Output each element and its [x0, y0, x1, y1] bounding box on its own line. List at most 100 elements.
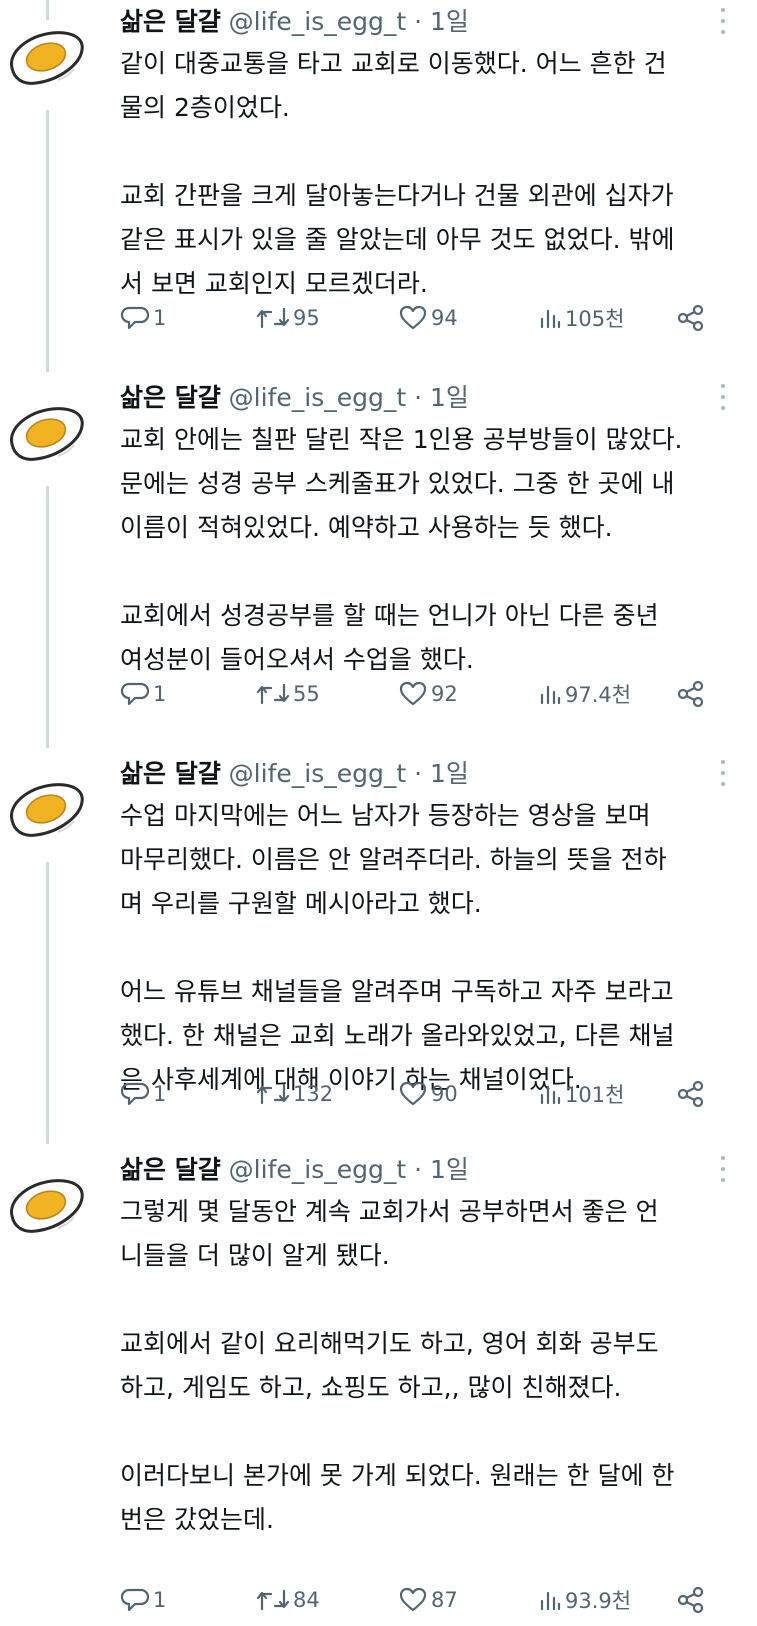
text-line: 번은 갔었는데.: [120, 1505, 274, 1534]
author-handle[interactable]: @life_is_egg_t: [229, 759, 406, 788]
heart-icon: [399, 305, 427, 330]
text-line: 교회 안에는 칠판 달린 작은 1인용 공부방들이 많았다.: [120, 425, 683, 454]
like-button[interactable]: 94: [398, 298, 458, 338]
share-icon: [677, 680, 704, 708]
egg-avatar-icon[interactable]: [6, 1176, 86, 1238]
retweet-icon: [256, 1083, 290, 1105]
tweet[interactable]: 삶은 달걀 @life_is_egg_t · 1일 그렇게 몇 달동안 계속 교…: [0, 1150, 757, 1626]
action-bar: 1 95 94 105천: [120, 298, 720, 338]
tweet[interactable]: 삶은 달걀 @life_is_egg_t · 1일 수업 마지막에는 어느 남자…: [0, 754, 757, 1124]
post-time[interactable]: 1일: [430, 1155, 469, 1184]
text-line: 수업 마지막에는 어느 남자가 등장하는 영상을 보며: [120, 801, 651, 830]
tweet-paragraph: 교회 안에는 칠판 달린 작은 1인용 공부방들이 많았다. 문에는 성경 공부…: [120, 418, 745, 550]
retweet-icon: [256, 683, 290, 705]
share-button[interactable]: [676, 1580, 706, 1620]
views-button[interactable]: 105천: [538, 298, 624, 338]
post-time[interactable]: 1일: [430, 383, 469, 412]
like-count: 94: [431, 306, 458, 330]
tweet-header: 삶은 달걀 @life_is_egg_t · 1일: [120, 378, 469, 418]
heart-icon: [399, 1587, 427, 1612]
retweet-button[interactable]: 95: [256, 298, 320, 338]
author-handle[interactable]: @life_is_egg_t: [229, 383, 406, 412]
like-button[interactable]: 90: [398, 1074, 458, 1114]
views-count: 105천: [565, 307, 625, 331]
like-count: 87: [431, 1588, 458, 1612]
text-line: 물의 2층이었다.: [120, 93, 290, 122]
tweet-text: 같이 대중교통을 타고 교회로 이동했다. 어느 흔한 건 물의 2층이었다. …: [120, 42, 745, 306]
reply-icon: [120, 1588, 150, 1612]
author-handle[interactable]: @life_is_egg_t: [229, 1155, 406, 1184]
like-count: 92: [431, 682, 458, 706]
share-button[interactable]: [676, 298, 706, 338]
tweet-header: 삶은 달걀 @life_is_egg_t · 1일: [120, 2, 469, 42]
egg-avatar-icon[interactable]: [6, 780, 86, 842]
text-line: 했다. 한 채널은 교회 노래가 올라와있었고, 다른 채널: [120, 1021, 675, 1050]
separator-dot: ·: [414, 383, 423, 412]
views-button[interactable]: 93.9천: [538, 1580, 631, 1620]
tweet-paragraph: 이러다보니 본가에 못 가게 되었다. 원래는 한 달에 한 번은 갔었는데.: [120, 1454, 745, 1542]
more-dots-icon[interactable]: [719, 760, 727, 786]
retweet-icon: [256, 1589, 290, 1611]
author-name[interactable]: 삶은 달걀: [120, 7, 221, 36]
tweet-text: 교회 안에는 칠판 달린 작은 1인용 공부방들이 많았다. 문에는 성경 공부…: [120, 418, 745, 682]
separator-dot: ·: [414, 7, 423, 36]
text-line: 교회 간판을 크게 달아놓는다거나 건물 외관에 십자가: [120, 181, 674, 210]
more-dots-icon[interactable]: [719, 1156, 727, 1182]
reply-button[interactable]: 1: [120, 1580, 166, 1620]
separator-dot: ·: [414, 759, 423, 788]
egg-avatar-icon[interactable]: [6, 28, 86, 90]
retweet-count: 84: [293, 1588, 320, 1612]
text-line: 교회에서 성경공부를 할 때는 언니가 아닌 다른 중년: [120, 601, 659, 630]
tweet[interactable]: 삶은 달걀 @life_is_egg_t · 1일 교회 안에는 칠판 달린 작…: [0, 378, 757, 728]
share-icon: [677, 1080, 704, 1108]
reply-count: 1: [153, 682, 167, 706]
retweet-button[interactable]: 84: [256, 1580, 320, 1620]
share-button[interactable]: [676, 1074, 706, 1114]
text-line: 그렇게 몇 달동안 계속 교회가서 공부하면서 좋은 언: [120, 1197, 659, 1226]
share-icon: [677, 304, 704, 332]
like-count: 90: [431, 1082, 458, 1106]
reply-button[interactable]: 1: [120, 1074, 166, 1114]
author-name[interactable]: 삶은 달걀: [120, 759, 221, 788]
heart-icon: [399, 1081, 427, 1106]
views-count: 93.9천: [565, 1589, 632, 1613]
views-button[interactable]: 101천: [538, 1074, 624, 1114]
heart-icon: [399, 681, 427, 706]
text-line: 며 우리를 구원할 메시아라고 했다.: [120, 889, 482, 918]
retweet-button[interactable]: 132: [256, 1074, 333, 1114]
more-dots-icon[interactable]: [719, 8, 727, 34]
text-line: 하고, 게임도 하고, 쇼핑도 하고,, 많이 친해졌다.: [120, 1373, 622, 1402]
tweet-header: 삶은 달걀 @life_is_egg_t · 1일: [120, 1150, 469, 1190]
tweet-paragraph: 교회에서 성경공부를 할 때는 언니가 아닌 다른 중년 여성분이 들어오셔서 …: [120, 594, 745, 682]
reply-button[interactable]: 1: [120, 298, 166, 338]
more-dots-icon[interactable]: [719, 384, 727, 410]
text-line: 어느 유튜브 채널들을 알려주며 구독하고 자주 보라고: [120, 977, 674, 1006]
author-name[interactable]: 삶은 달걀: [120, 383, 221, 412]
views-button[interactable]: 97.4천: [538, 674, 631, 714]
post-time[interactable]: 1일: [430, 759, 469, 788]
share-button[interactable]: [676, 674, 706, 714]
reply-button[interactable]: 1: [120, 674, 166, 714]
tweet-header: 삶은 달걀 @life_is_egg_t · 1일: [120, 754, 469, 794]
retweet-button[interactable]: 55: [256, 674, 320, 714]
reply-icon: [120, 1082, 150, 1106]
text-line: 같은 표시가 있을 줄 알았는데 아무 것도 없었다. 밖에: [120, 225, 675, 254]
views-chart-icon: [540, 685, 561, 705]
post-time[interactable]: 1일: [430, 7, 469, 36]
author-name[interactable]: 삶은 달걀: [120, 1155, 221, 1184]
like-button[interactable]: 87: [398, 1580, 458, 1620]
reply-icon: [120, 306, 150, 330]
tweet-paragraph: 교회 간판을 크게 달아놓는다거나 건물 외관에 십자가 같은 표시가 있을 줄…: [120, 174, 745, 306]
text-line: 니들을 더 많이 알게 됐다.: [120, 1241, 390, 1270]
reply-count: 1: [153, 1588, 167, 1612]
share-icon: [677, 1586, 704, 1614]
author-handle[interactable]: @life_is_egg_t: [229, 7, 406, 36]
like-button[interactable]: 92: [398, 674, 458, 714]
action-bar: 1 132 90 101천: [120, 1074, 720, 1114]
tweet[interactable]: 삶은 달걀 @life_is_egg_t · 1일 같이 대중교통을 타고 교회…: [0, 2, 757, 352]
egg-avatar-icon[interactable]: [6, 404, 86, 466]
reply-count: 1: [153, 306, 167, 330]
text-line: 마무리했다. 이름은 안 알려주더라. 하늘의 뜻을 전하: [120, 845, 667, 874]
text-line: 문에는 성경 공부 스케줄표가 있었다. 그중 한 곳에 내: [120, 469, 675, 498]
text-line: 이름이 적혀있었다. 예약하고 사용하는 듯 했다.: [120, 513, 613, 542]
